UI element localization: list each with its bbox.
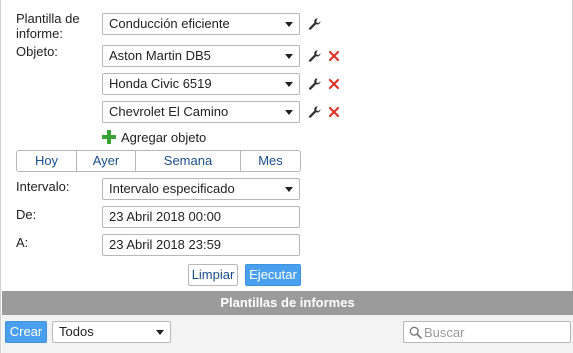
object-select-value: Aston Martin DB5 — [109, 48, 211, 63]
to-datetime-field[interactable]: 23 Abril 2018 23:59 — [102, 234, 300, 256]
tab-today[interactable]: Hoy — [17, 151, 77, 171]
tab-month[interactable]: Mes — [241, 151, 300, 171]
period-tabs: Hoy Ayer Semana Mes — [16, 150, 301, 172]
caret-down-icon — [285, 22, 293, 27]
tab-week[interactable]: Semana — [136, 151, 241, 171]
interval-select-value: Intervalo especificado — [109, 181, 235, 196]
from-label: De: — [16, 207, 37, 222]
tab-yesterday[interactable]: Ayer — [77, 151, 136, 171]
object-3-remove-x-icon[interactable] — [328, 106, 342, 120]
clear-button[interactable]: Limpiar — [188, 264, 238, 286]
interval-label: Intervalo: — [16, 179, 70, 194]
templates-section-header: Plantillas de informes — [2, 291, 573, 315]
object-select-value: Honda Civic 6519 — [109, 76, 212, 91]
object-select-3[interactable]: Chevrolet El Camino — [102, 101, 300, 123]
object-1-remove-x-icon[interactable] — [328, 50, 342, 64]
template-select[interactable]: Conducción eficiente — [102, 13, 300, 35]
add-object-label: Agregar objeto — [121, 129, 207, 145]
template-select-value: Conducción eficiente — [109, 16, 230, 31]
caret-down-icon — [285, 187, 293, 192]
object-2-remove-x-icon[interactable] — [328, 78, 342, 92]
add-object-button[interactable]: Agregar objeto — [102, 129, 206, 145]
object-select-1[interactable]: Aston Martin DB5 — [102, 45, 300, 67]
object-select-2[interactable]: Honda Civic 6519 — [102, 73, 300, 95]
object-1-wrench-icon[interactable] — [308, 49, 322, 63]
search-icon — [409, 326, 422, 339]
to-label: A: — [16, 235, 29, 250]
template-label: Plantilla de informe: — [16, 11, 80, 41]
interval-select[interactable]: Intervalo especificado — [102, 178, 300, 200]
template-settings-wrench-icon[interactable] — [308, 17, 322, 31]
plus-icon — [102, 130, 116, 144]
execute-button[interactable]: Ejecutar — [245, 264, 301, 286]
report-panel: Plantilla de informe: Conducción eficien… — [0, 0, 573, 353]
caret-down-icon — [285, 110, 293, 115]
caret-down-icon — [285, 82, 293, 87]
create-button[interactable]: Crear — [5, 321, 47, 343]
object-select-value: Chevrolet El Camino — [109, 104, 229, 119]
caret-down-icon — [156, 330, 164, 335]
templates-search — [403, 321, 571, 343]
from-datetime-field[interactable]: 23 Abril 2018 00:00 — [102, 206, 300, 228]
templates-filter-value: Todos — [59, 324, 94, 339]
object-2-wrench-icon[interactable] — [308, 77, 322, 91]
object-label: Objeto: — [16, 44, 58, 59]
object-3-wrench-icon[interactable] — [308, 105, 322, 119]
caret-down-icon — [285, 54, 293, 59]
templates-filter-select[interactable]: Todos — [52, 321, 171, 343]
templates-search-input[interactable] — [424, 322, 564, 342]
